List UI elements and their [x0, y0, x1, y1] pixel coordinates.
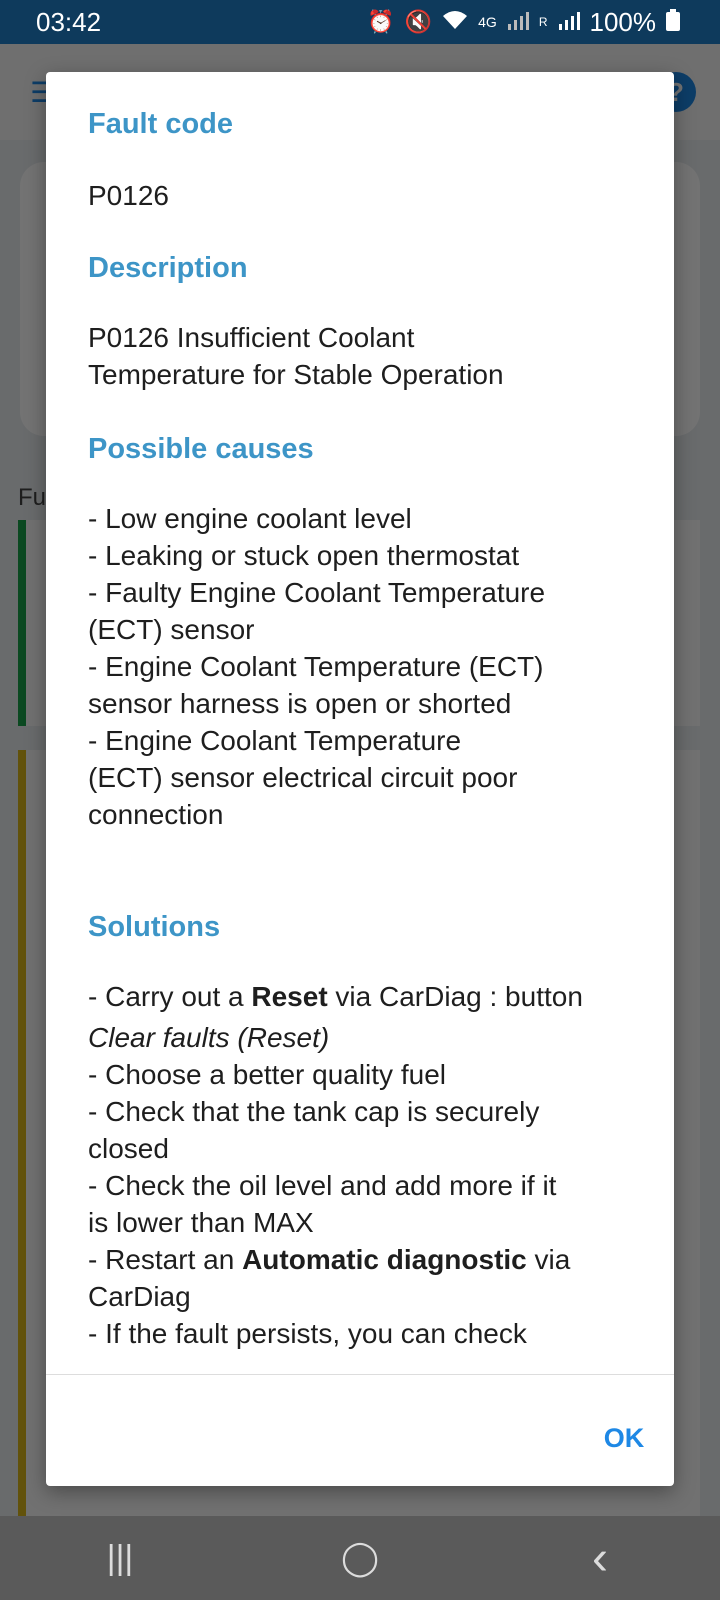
cause-line: connection	[88, 799, 224, 830]
description-line: P0126 Insufficient Coolant	[88, 322, 415, 353]
ok-button[interactable]: OK	[592, 1410, 656, 1466]
solutions-title: Solutions	[88, 911, 221, 943]
alarm-icon: ⏰	[367, 9, 395, 34]
status-bar: 03:42 ⏰ 🔇 4G R 100%	[0, 0, 720, 44]
status-time: 03:42	[36, 6, 102, 37]
description-text: P0126 Insufficient Coolant Temperature f…	[88, 319, 632, 393]
solution-line: - Restart an Automatic diagnostic via	[88, 1241, 632, 1278]
recents-icon[interactable]: |||	[80, 1528, 160, 1588]
solution-line: is lower than MAX	[88, 1207, 314, 1238]
solution-line: - Check that the tank cap is securely	[88, 1096, 540, 1127]
cause-line: - Engine Coolant Temperature	[88, 725, 462, 756]
battery-icon	[666, 9, 680, 35]
navigation-bar: ||| ◯ ‹	[0, 1516, 720, 1600]
solution-line: closed	[88, 1133, 169, 1164]
cause-line: - Engine Coolant Temperature (ECT)	[88, 651, 544, 682]
solution-text: via	[526, 1244, 571, 1275]
solution-bold: Automatic diagnostic	[242, 1244, 527, 1275]
cause-line: - Leaking or stuck open thermostat	[88, 540, 520, 571]
fault-code-value: P0126	[88, 180, 169, 211]
solutions-text: - Carry out a Reset via CarDiag : button…	[88, 978, 632, 1352]
dialog-divider	[46, 1374, 674, 1375]
fault-details-dialog: Fault code P0126 Description P0126 Insuf…	[46, 72, 674, 1486]
home-icon[interactable]: ◯	[320, 1528, 400, 1588]
description-line: Temperature for Stable Operation	[88, 359, 504, 390]
solution-bold: Reset	[251, 981, 328, 1012]
solution-italic: Clear faults (Reset)	[88, 1022, 330, 1053]
back-icon[interactable]: ‹	[560, 1528, 640, 1588]
fault-code-title: Fault code	[88, 108, 234, 140]
description-title: Description	[88, 252, 248, 284]
cause-line: - Faulty Engine Coolant Temperature	[88, 577, 546, 608]
solution-line: - Choose a better quality fuel	[88, 1059, 446, 1090]
solution-text: via CarDiag : button	[327, 981, 583, 1012]
cause-line: sensor harness is open or shorted	[88, 688, 512, 719]
solution-line: - If the fault persists, you can check	[88, 1318, 527, 1349]
solution-line: - Check the oil level and add more if it	[88, 1170, 557, 1201]
network-type: 4G	[478, 14, 497, 30]
solution-text: - Carry out a	[88, 981, 252, 1012]
roaming-indicator: R	[538, 15, 548, 29]
solution-line: - Carry out a Reset via CarDiag : button	[88, 978, 632, 1015]
solution-text: - Restart an	[88, 1244, 243, 1275]
signal-icon-2	[558, 10, 580, 34]
dialog-scroll-content[interactable]: Fault code P0126 Description P0126 Insuf…	[46, 72, 674, 1374]
cause-line: (ECT) sensor electrical circuit poor	[88, 762, 518, 793]
cause-line: (ECT) sensor	[88, 614, 255, 645]
possible-causes-text: - Low engine coolant level - Leaking or …	[88, 500, 632, 833]
signal-icon	[507, 10, 529, 34]
mute-icon: 🔇	[404, 9, 433, 34]
battery-percent: 100%	[589, 6, 657, 37]
possible-causes-title: Possible causes	[88, 433, 314, 465]
wifi-icon	[442, 9, 468, 35]
cause-line: - Low engine coolant level	[88, 503, 412, 534]
solution-line: CarDiag	[88, 1281, 191, 1312]
status-icons: ⏰ 🔇 4G R 100%	[367, 7, 680, 38]
